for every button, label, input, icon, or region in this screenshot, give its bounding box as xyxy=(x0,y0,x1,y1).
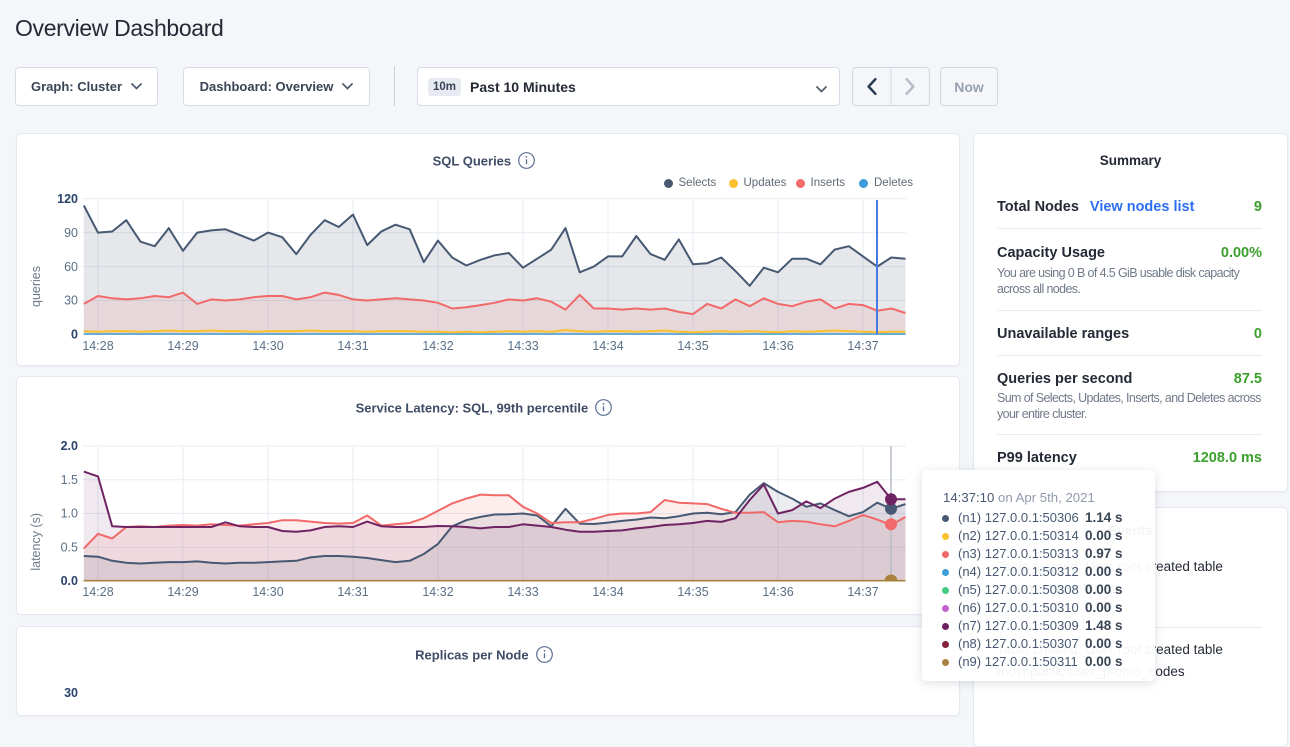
svg-text:14:31: 14:31 xyxy=(337,585,368,599)
svg-text:1.5: 1.5 xyxy=(61,473,78,487)
svg-text:14:32: 14:32 xyxy=(422,585,453,599)
svg-text:latency (s): latency (s) xyxy=(29,513,43,571)
svg-text:14:29: 14:29 xyxy=(167,585,198,599)
svg-text:14:28: 14:28 xyxy=(82,585,113,599)
svg-text:2.0: 2.0 xyxy=(61,439,78,453)
svg-text:14:36: 14:36 xyxy=(762,585,793,599)
svg-text:14:30: 14:30 xyxy=(252,585,283,599)
svg-text:0.0: 0.0 xyxy=(61,574,78,588)
svg-text:14:34: 14:34 xyxy=(592,585,623,599)
svg-text:14:37: 14:37 xyxy=(847,585,878,599)
svg-text:14:33: 14:33 xyxy=(507,585,538,599)
svg-text:0.5: 0.5 xyxy=(61,541,78,555)
svg-text:14:35: 14:35 xyxy=(677,585,708,599)
svg-text:1.0: 1.0 xyxy=(61,507,78,521)
